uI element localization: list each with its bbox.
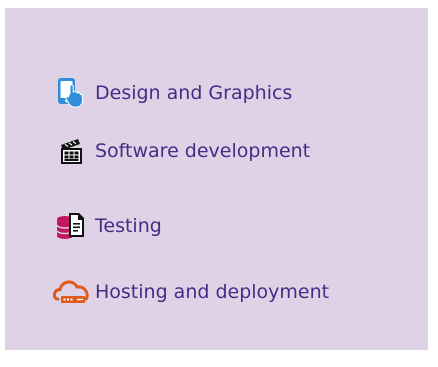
service-item-label: Hosting and deployment: [95, 281, 330, 303]
service-item-testing[interactable]: Testing: [53, 208, 162, 244]
services-panel: Design and Graphics Software development: [5, 8, 428, 350]
service-item-label: Testing: [95, 215, 162, 237]
service-item-label: Software development: [95, 140, 311, 162]
service-item-hosting[interactable]: Hosting and deployment: [53, 274, 329, 310]
service-item-design[interactable]: Design and Graphics: [53, 75, 292, 111]
tablet-touch-icon: [53, 75, 89, 111]
code-window-icon: [53, 133, 89, 169]
database-document-icon: [53, 208, 89, 244]
service-item-label: Design and Graphics: [95, 82, 293, 104]
service-item-software[interactable]: Software development: [53, 133, 310, 169]
cloud-server-icon: [53, 274, 89, 310]
